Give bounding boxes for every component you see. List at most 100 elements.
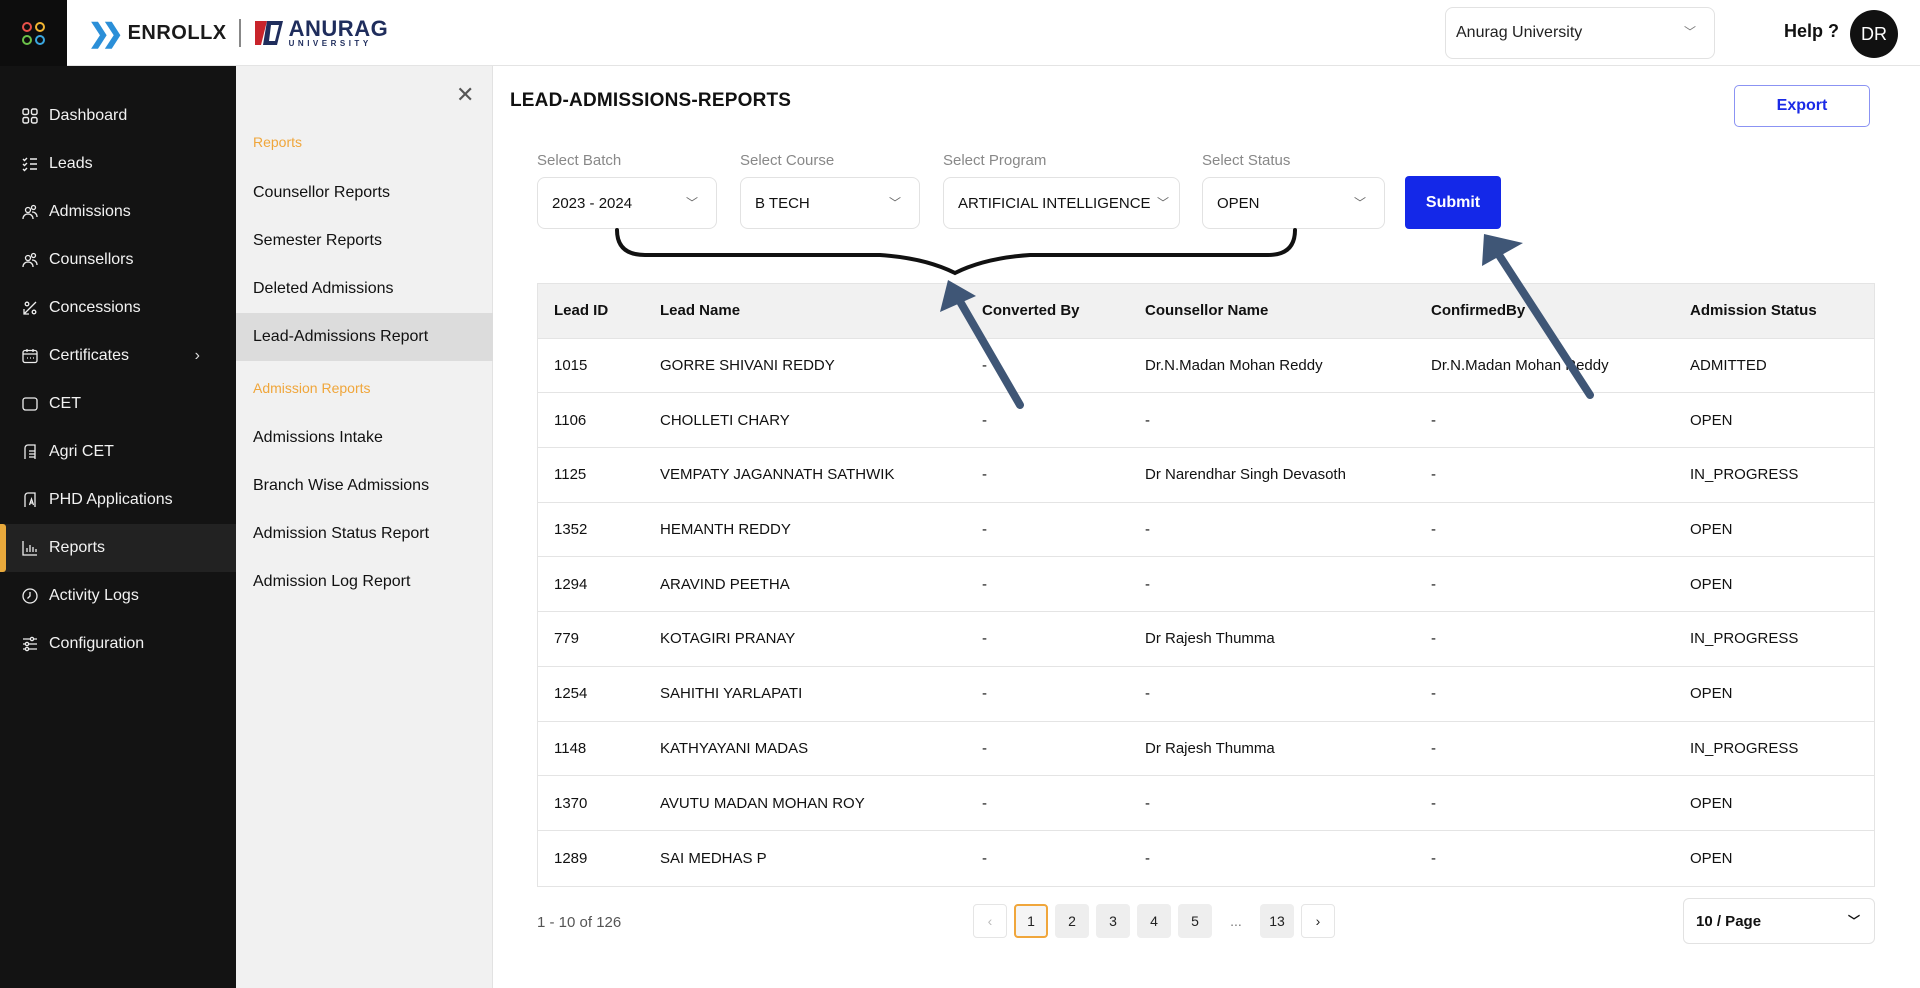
course-select[interactable]: B TECH ﹀ [740, 177, 920, 229]
batch-label: Select Batch [537, 152, 622, 169]
table-row[interactable]: 1294 ARAVIND PEETHA - - - OPEN [538, 557, 1874, 613]
subnav-item-branch-wise-admissions[interactable]: Branch Wise Admissions [236, 462, 493, 510]
table-row[interactable]: 1352 HEMANTH REDDY - - - OPEN [538, 503, 1874, 558]
confirmed-by-cell: - [1431, 411, 1436, 429]
lead-id-cell: 1015 [554, 357, 588, 375]
subnav-item-admission-log-report[interactable]: Admission Log Report [236, 558, 493, 606]
table-row[interactable]: 1106 CHOLLETI CHARY - - - OPEN [538, 393, 1874, 449]
status-select[interactable]: OPEN ﹀ [1202, 177, 1385, 229]
table-row[interactable]: 1289 SAI MEDHAS P - - - OPEN [538, 831, 1874, 886]
table-row[interactable]: 1015 GORRE SHIVANI REDDY - Dr.N.Madan Mohan… [538, 339, 1874, 394]
column-header-counsellor-name[interactable]: Counsellor Name [1145, 284, 1268, 338]
sidebar-item-dashboard[interactable]: Dashboard [0, 92, 236, 140]
admission-status-cell: ADMITTED [1690, 357, 1767, 375]
column-header-lead-name[interactable]: Lead Name [660, 284, 740, 338]
confirmed-by-cell: - [1431, 794, 1436, 812]
university-name: ANURAG [288, 16, 389, 41]
admission-status-cell: IN_PROGRESS [1690, 466, 1799, 484]
subnav-item-admission-status-report[interactable]: Admission Status Report [236, 510, 493, 558]
admission-status-cell: OPEN [1690, 849, 1733, 867]
sidebar-item-admissions[interactable]: Admissions [0, 188, 236, 236]
pagination-page-1[interactable]: 1 [1014, 904, 1048, 938]
program-select-value: ARTIFICIAL INTELLIGENCE [958, 194, 1151, 212]
sidebar-item-leads[interactable]: Leads [0, 140, 236, 188]
sidebar: Dashboard Leads Admissions Counsellors C… [0, 66, 236, 988]
sidebar-item-phd-applications[interactable]: PHD Applications [0, 476, 236, 524]
page-size-select[interactable]: 10 / Page ﹀ [1683, 898, 1875, 944]
university-subtitle: UNIVERSITY [288, 39, 372, 48]
brand-logo: ❯❯ ENROLLX ANURAG UNIVERSITY [88, 17, 388, 49]
table-body: 1015 GORRE SHIVANI REDDY - Dr.N.Madan Mohan… [538, 339, 1874, 886]
sidebar-item-certificates[interactable]: Certificates › [0, 332, 236, 380]
lead-name-cell: SAHITHI YARLAPATI [660, 685, 803, 703]
top-bar: ❯❯ ENROLLX ANURAG UNIVERSITY Anurag Univ… [0, 0, 1920, 66]
lead-admissions-table: Lead ID Lead Name Converted By Counsello… [537, 283, 1875, 887]
pagination-page-3[interactable]: 3 [1096, 904, 1130, 938]
converted-by-cell: - [982, 630, 987, 648]
application-icon [21, 491, 39, 509]
program-select[interactable]: ARTIFICIAL INTELLIGENCE ﹀ [943, 177, 1180, 229]
table-row[interactable]: 1125 VEMPATY JAGANNATH SATHWIK - Dr Narendh… [538, 448, 1874, 503]
sidebar-item-activity-logs[interactable]: Activity Logs [0, 572, 236, 620]
confirmed-by-cell: Dr.N.Madan Mohan Reddy [1431, 357, 1609, 375]
pagination-next-button[interactable]: › [1301, 904, 1335, 938]
table-header-row: Lead ID Lead Name Converted By Counsello… [538, 284, 1874, 339]
export-button[interactable]: Export [1734, 85, 1870, 127]
batch-select[interactable]: 2023 - 2024 ﹀ [537, 177, 717, 229]
sidebar-item-agri-cet[interactable]: Agri CET [0, 428, 236, 476]
lead-name-cell: KATHYAYANI MADAS [660, 739, 809, 757]
admission-status-cell: OPEN [1690, 685, 1733, 703]
lead-name-cell: AVUTU MADAN MOHAN ROY [660, 794, 865, 812]
grid-icon [21, 107, 39, 125]
chevron-down-icon: ﹀ [1683, 25, 1696, 39]
sidebar-item-counsellors[interactable]: Counsellors [0, 236, 236, 284]
counsellor-name-cell: - [1145, 849, 1150, 867]
column-header-lead-id[interactable]: Lead ID [554, 284, 608, 338]
column-header-confirmed-by[interactable]: ConfirmedBy [1431, 284, 1525, 338]
pagination-page-5[interactable]: 5 [1178, 904, 1212, 938]
table-row[interactable]: 779 KOTAGIRI PRANAY - Dr Rajesh Thumma - IN_P… [538, 612, 1874, 667]
subnav-item-semester-reports[interactable]: Semester Reports [236, 217, 493, 265]
column-header-admission-status[interactable]: Admission Status [1690, 284, 1817, 338]
sidebar-item-configuration[interactable]: Configuration [0, 620, 236, 668]
sidebar-item-label: Concessions [49, 299, 141, 316]
bar-chart-icon [21, 539, 39, 557]
lead-id-cell: 779 [554, 630, 580, 648]
counsellor-name-cell: - [1145, 794, 1150, 812]
main-content: LEAD-ADMISSIONS-REPORTS Export Select Ba… [493, 66, 1920, 988]
calendar-icon [21, 347, 39, 365]
lead-id-cell: 1254 [554, 685, 588, 703]
table-row[interactable]: 1148 KATHYAYANI MADAS - Dr Rajesh Thumma - IN… [538, 722, 1874, 777]
subnav-item-lead-admissions-report[interactable]: Lead-Admissions Report [236, 313, 493, 361]
apps-launcher-button[interactable] [0, 0, 67, 66]
apps-icon [22, 21, 45, 45]
user-avatar[interactable]: DR [1850, 10, 1898, 58]
lead-name-cell: KOTAGIRI PRANAY [660, 630, 796, 648]
lead-name-cell: GORRE SHIVANI REDDY [660, 357, 835, 375]
subnav-item-counsellor-reports[interactable]: Counsellor Reports [236, 169, 493, 217]
enrollx-chevron-icon: ❯❯ [88, 17, 123, 48]
subnav-item-deleted-admissions[interactable]: Deleted Admissions [236, 265, 493, 313]
pagination-page-last[interactable]: 13 [1260, 904, 1294, 938]
submit-button[interactable]: Submit [1405, 176, 1501, 229]
sidebar-item-label: Dashboard [49, 107, 128, 124]
subnav-item-admissions-intake[interactable]: Admissions Intake [236, 414, 493, 462]
column-header-converted-by[interactable]: Converted By [982, 284, 1080, 338]
pagination-page-2[interactable]: 2 [1055, 904, 1089, 938]
organization-select[interactable]: Anurag University ﹀ [1445, 7, 1715, 59]
table-row[interactable]: 1254 SAHITHI YARLAPATI - - - OPEN [538, 667, 1874, 722]
program-label: Select Program [943, 152, 1047, 169]
pagination-prev-button[interactable]: ‹ [973, 904, 1007, 938]
sidebar-item-concessions[interactable]: Concessions [0, 284, 236, 332]
table-row[interactable]: 1370 AVUTU MADAN MOHAN ROY - - - OPEN [538, 776, 1874, 831]
sidebar-item-cet[interactable]: CET [0, 380, 236, 428]
pagination-page-4[interactable]: 4 [1137, 904, 1171, 938]
confirmed-by-cell: - [1431, 630, 1436, 648]
help-link[interactable]: Help ? [1784, 21, 1839, 42]
pagination-ellipsis[interactable]: ... [1219, 904, 1253, 938]
close-icon[interactable]: ✕ [456, 82, 474, 108]
sidebar-item-reports[interactable]: Reports [0, 524, 236, 572]
reports-subnav: ✕ Reports Counsellor Reports Semester Re… [236, 66, 493, 988]
counsellor-name-cell: Dr Rajesh Thumma [1145, 630, 1275, 648]
counsellor-name-cell: Dr Narendhar Singh Devasoth [1145, 466, 1346, 484]
